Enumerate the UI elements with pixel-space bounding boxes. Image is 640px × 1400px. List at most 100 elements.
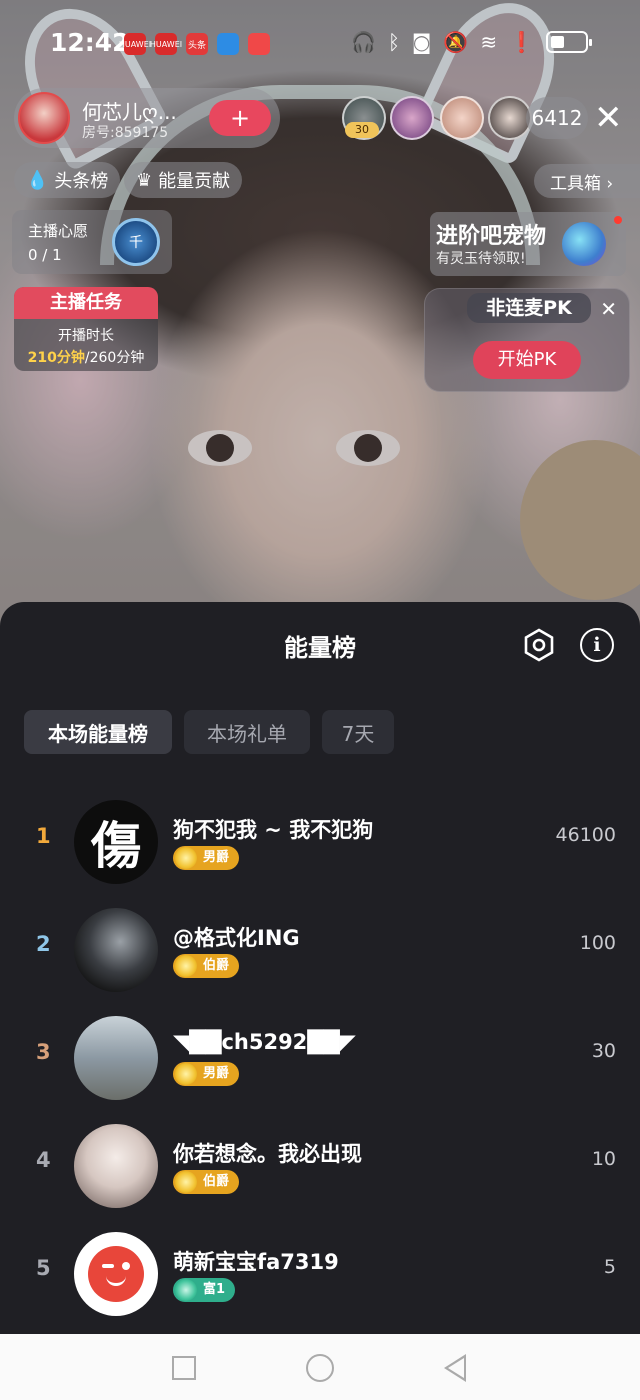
- user-avatar[interactable]: [74, 1232, 158, 1316]
- user-level-badge: 伯爵: [173, 1170, 240, 1194]
- notification-dot: [614, 216, 622, 224]
- wealth-rank-icon: [175, 1279, 197, 1301]
- user-name: ◥██ch5292██◤: [173, 1030, 356, 1054]
- energy-score: 30: [591, 1040, 616, 1062]
- host-wish-card[interactable]: 主播心愿 0 / 1 千: [12, 210, 172, 274]
- huawei-app-icon: HUAWEI: [119, 33, 151, 55]
- pet-banner[interactable]: 进阶吧宠物 有灵玉待领取!: [430, 212, 626, 276]
- mute-icon: 🔕: [443, 30, 469, 54]
- noble-rank-icon: [175, 1063, 197, 1085]
- badge-label: 男爵: [203, 850, 230, 865]
- crown-icon: ♛: [136, 169, 153, 191]
- camera-icon: ◙: [412, 30, 432, 54]
- energy-rank-sheet: 能量榜 i 本场能量榜 本场礼单 7天 1 傷狗不犯我 ~ 我不犯狗 男爵 46100…: [0, 602, 640, 1334]
- recent-apps-button[interactable]: [172, 1356, 196, 1380]
- wink-face-icon: [88, 1246, 144, 1302]
- home-button[interactable]: [306, 1354, 334, 1382]
- rank-row[interactable]: 5 萌新宝宝fa7319 富1 5: [0, 1220, 640, 1328]
- rank-row[interactable]: 4 你若想念。我必出现伯爵 10: [0, 1112, 640, 1220]
- host-name: 何芯儿ღ...: [82, 100, 177, 124]
- info-icon[interactable]: i: [580, 628, 614, 662]
- settings-hex-icon[interactable]: [520, 626, 558, 664]
- badge-label: 伯爵: [203, 958, 230, 973]
- rank-row[interactable]: 3 ◥██ch5292██◤ 男爵 30: [0, 1004, 640, 1112]
- headline-rank-label: 头条榜: [54, 171, 109, 192]
- status-time: 12:42: [50, 28, 130, 57]
- user-level-badge: 男爵: [173, 846, 240, 870]
- user-name: 你若想念。我必出现: [173, 1142, 362, 1166]
- user-level-badge: 富1: [173, 1278, 236, 1302]
- user-avatar[interactable]: [74, 1016, 158, 1100]
- headline-rank-chip[interactable]: 💧 头条榜: [14, 162, 121, 198]
- wish-title: 主播心愿: [28, 222, 89, 240]
- flame-icon: 💧: [26, 169, 49, 191]
- noble-rank-icon: [175, 847, 197, 869]
- task-progress-done: 210分钟: [27, 350, 85, 366]
- user-name: 狗不犯我 ~ 我不犯狗: [173, 818, 374, 842]
- task-title: 主播任务: [14, 287, 158, 319]
- viewer-count[interactable]: 6412: [526, 97, 588, 139]
- user-avatar[interactable]: [74, 908, 158, 992]
- rank-row[interactable]: 2 @格式化ING 伯爵 100: [0, 896, 640, 1004]
- energy-contribution-chip[interactable]: ♛ 能量贡献: [124, 162, 243, 198]
- pk-close-button[interactable]: ✕: [600, 297, 617, 321]
- energy-score: 5: [603, 1256, 616, 1278]
- follow-button[interactable]: +: [209, 100, 271, 136]
- pk-card: 非连麦PK ✕ 开始PK: [424, 288, 630, 392]
- wish-badge-icon: 千: [112, 218, 160, 266]
- viewer-avatar[interactable]: [390, 96, 434, 140]
- headphones-icon: 🎧: [351, 30, 377, 54]
- rank-number: 3: [36, 1040, 51, 1064]
- badge-label: 男爵: [203, 1066, 230, 1081]
- mail-app-icon: [248, 33, 270, 55]
- room-number: 房号:859175: [82, 125, 169, 141]
- energy-score: 100: [579, 932, 616, 954]
- user-level-badge: 伯爵: [173, 954, 240, 978]
- user-level-badge: 男爵: [173, 1062, 240, 1086]
- host-info[interactable]: 何芯儿ღ... 房号:859175 +: [14, 88, 280, 148]
- alert-icon: ❗: [509, 30, 534, 54]
- back-button[interactable]: [444, 1354, 466, 1382]
- wifi-icon: ≋: [480, 30, 498, 54]
- tab-session-gifts[interactable]: 本场礼单: [184, 710, 310, 754]
- noble-rank-icon: [175, 955, 197, 977]
- viewer-level-badge: 30: [345, 122, 379, 138]
- viewer-avatar[interactable]: [440, 96, 484, 140]
- user-name: @格式化ING: [173, 926, 300, 950]
- pet-subtitle: 有灵玉待领取!: [436, 251, 526, 267]
- host-avatar[interactable]: [18, 92, 70, 144]
- pet-icon: [562, 222, 606, 266]
- tab-7-days[interactable]: 7天: [322, 710, 394, 754]
- energy-score: 46100: [555, 824, 616, 846]
- start-pk-button[interactable]: 开始PK: [473, 341, 581, 379]
- close-live-button[interactable]: ✕: [594, 98, 623, 138]
- rank-number: 4: [36, 1148, 51, 1172]
- user-name: 萌新宝宝fa7319: [173, 1250, 339, 1274]
- rank-number: 2: [36, 932, 51, 956]
- task-progress-total: /260分钟: [84, 350, 145, 366]
- telegram-app-icon: [217, 33, 239, 55]
- energy-contribution-label: 能量贡献: [158, 171, 231, 192]
- huawei-app-icon: HUAWEI: [150, 33, 182, 55]
- user-avatar[interactable]: [74, 1124, 158, 1208]
- host-task-card[interactable]: 主播任务 开播时长 210分钟/260分钟: [14, 287, 158, 371]
- user-avatar[interactable]: 傷: [74, 800, 158, 884]
- task-label: 开播时长: [58, 328, 114, 344]
- badge-label: 富1: [203, 1282, 226, 1297]
- status-icons: 🎧 ᛒ ◙ 🔕 ≋ ❗: [351, 30, 592, 54]
- rank-number: 1: [36, 824, 51, 848]
- toolbox-button[interactable]: 工具箱 ›: [534, 164, 640, 198]
- toutiao-app-icon: 头条: [186, 33, 208, 55]
- pk-title: 非连麦PK: [467, 293, 591, 323]
- battery-icon: [546, 31, 592, 53]
- energy-score: 10: [591, 1148, 616, 1170]
- rank-row[interactable]: 1 傷狗不犯我 ~ 我不犯狗男爵 46100: [0, 788, 640, 896]
- noble-rank-icon: [175, 1171, 197, 1193]
- system-nav-bar: [0, 1334, 640, 1400]
- badge-label: 伯爵: [203, 1174, 230, 1189]
- bluetooth-icon: ᛒ: [388, 30, 401, 54]
- tab-session-energy[interactable]: 本场能量榜: [24, 710, 172, 754]
- pet-title: 进阶吧宠物: [436, 224, 547, 249]
- wish-count: 0 / 1: [28, 246, 62, 264]
- rank-number: 5: [36, 1256, 51, 1280]
